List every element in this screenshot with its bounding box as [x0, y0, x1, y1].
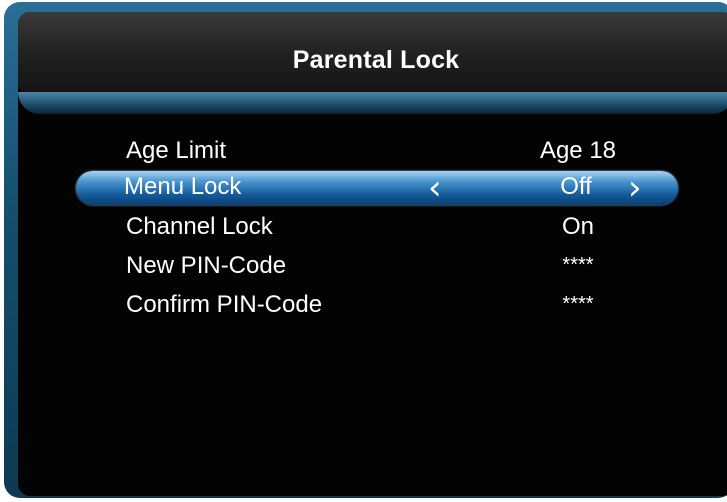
tv-frame: Parental Lock Age Limit Age 18 Menu Lock…: [4, 2, 727, 498]
menu-item-menu-lock[interactable]: Menu Lock ‹ Off ›: [76, 169, 678, 207]
menu-item-label: New PIN-Code: [126, 252, 287, 279]
menu-item-value: ****: [562, 254, 594, 276]
menu-item-label: Channel Lock: [126, 213, 273, 240]
menu-item-new-pin[interactable]: New PIN-Code ****: [78, 248, 678, 286]
menu-item-channel-lock[interactable]: Channel Lock On: [78, 209, 678, 247]
menu-item-label: Menu Lock: [124, 173, 242, 200]
menu-item-age-limit[interactable]: Age Limit Age 18: [78, 133, 678, 171]
menu-item-confirm-pin[interactable]: Confirm PIN-Code ****: [78, 287, 678, 325]
header-bar: Parental Lock: [18, 12, 727, 100]
osd-screen: Parental Lock Age Limit Age 18 Menu Lock…: [18, 12, 727, 496]
menu-item-value: On: [561, 213, 594, 240]
header-divider: [18, 92, 727, 114]
chevron-left-icon[interactable]: ‹: [428, 169, 442, 207]
menu-item-value: Age 18: [539, 137, 617, 164]
page-title: Parental Lock: [292, 46, 460, 74]
menu-item-value: ****: [562, 293, 594, 315]
chevron-right-icon[interactable]: ›: [628, 169, 642, 207]
menu-item-label: Age Limit: [126, 137, 227, 164]
menu-item-label: Confirm PIN-Code: [126, 291, 323, 318]
